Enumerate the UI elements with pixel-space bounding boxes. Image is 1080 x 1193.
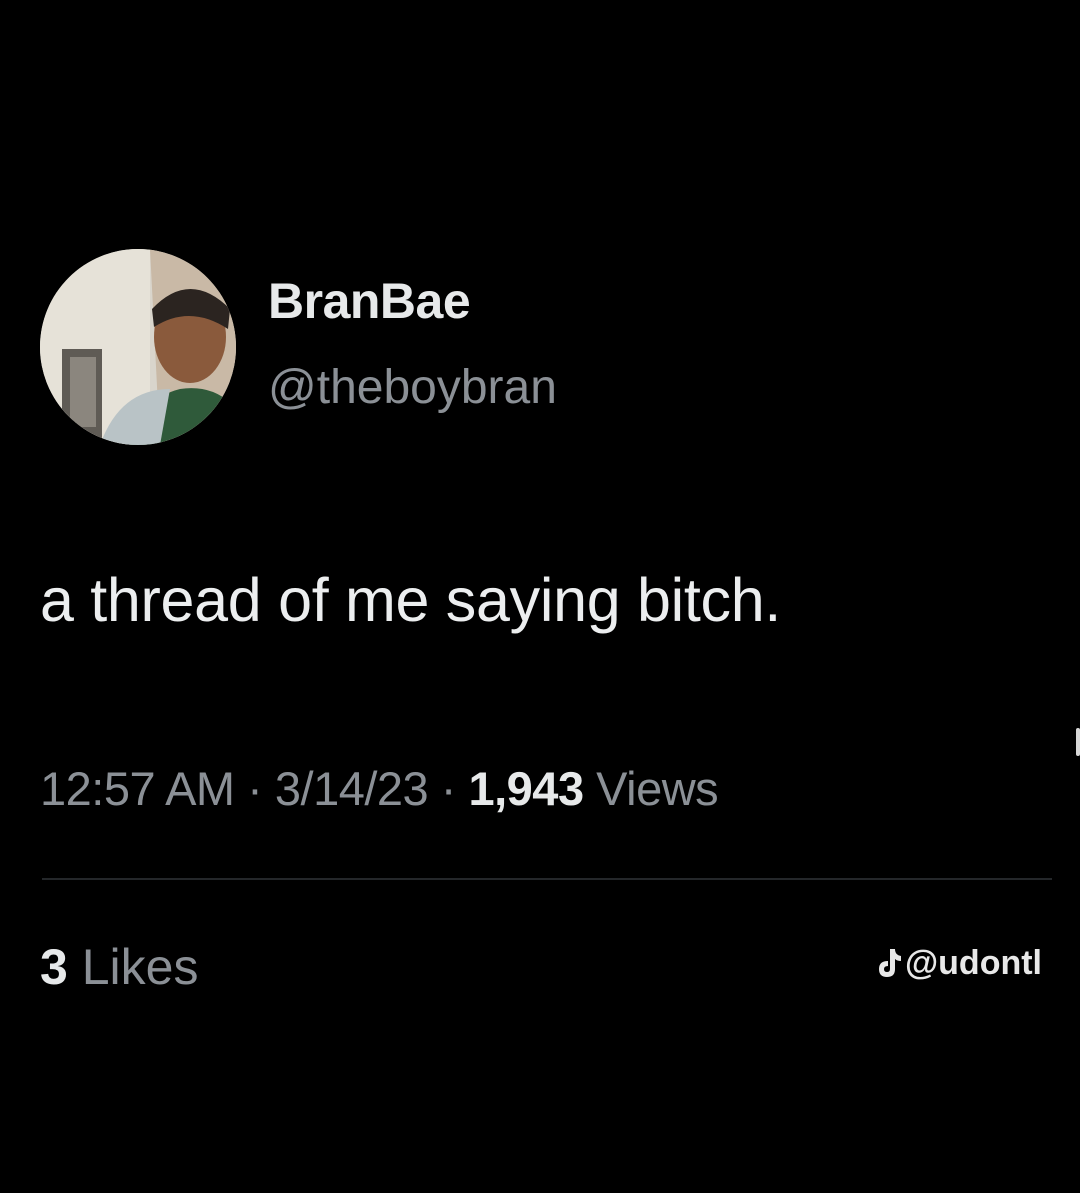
user-handle[interactable]: @theboybran	[268, 364, 557, 412]
tweet-card: BranBae @theboybran a thread of me sayin…	[0, 0, 1080, 1193]
likes-label: Likes	[81, 939, 199, 995]
avatar[interactable]	[40, 249, 236, 445]
likes-stat[interactable]: 3 Likes	[40, 942, 198, 992]
meta-separator: ·	[247, 762, 263, 815]
watermark-handle: @udontl	[905, 944, 1042, 982]
edge-indicator	[1076, 728, 1080, 756]
tweet-text: a thread of me saying bitch.	[40, 566, 781, 634]
tweet-meta: 12:57 AM · 3/14/23 · 1,943 Views	[40, 762, 719, 815]
avatar-photo	[40, 249, 236, 445]
display-name[interactable]: BranBae	[268, 276, 471, 326]
likes-count: 3	[40, 939, 68, 995]
views-label: Views	[596, 762, 719, 815]
views-count: 1,943	[468, 762, 584, 815]
tiktok-icon	[876, 947, 902, 979]
meta-separator: ·	[440, 762, 457, 815]
tweet-date[interactable]: 3/14/23	[275, 762, 429, 815]
tweet-time[interactable]: 12:57 AM	[40, 762, 235, 815]
divider	[42, 878, 1052, 880]
tiktok-watermark: @udontl	[876, 946, 1042, 980]
